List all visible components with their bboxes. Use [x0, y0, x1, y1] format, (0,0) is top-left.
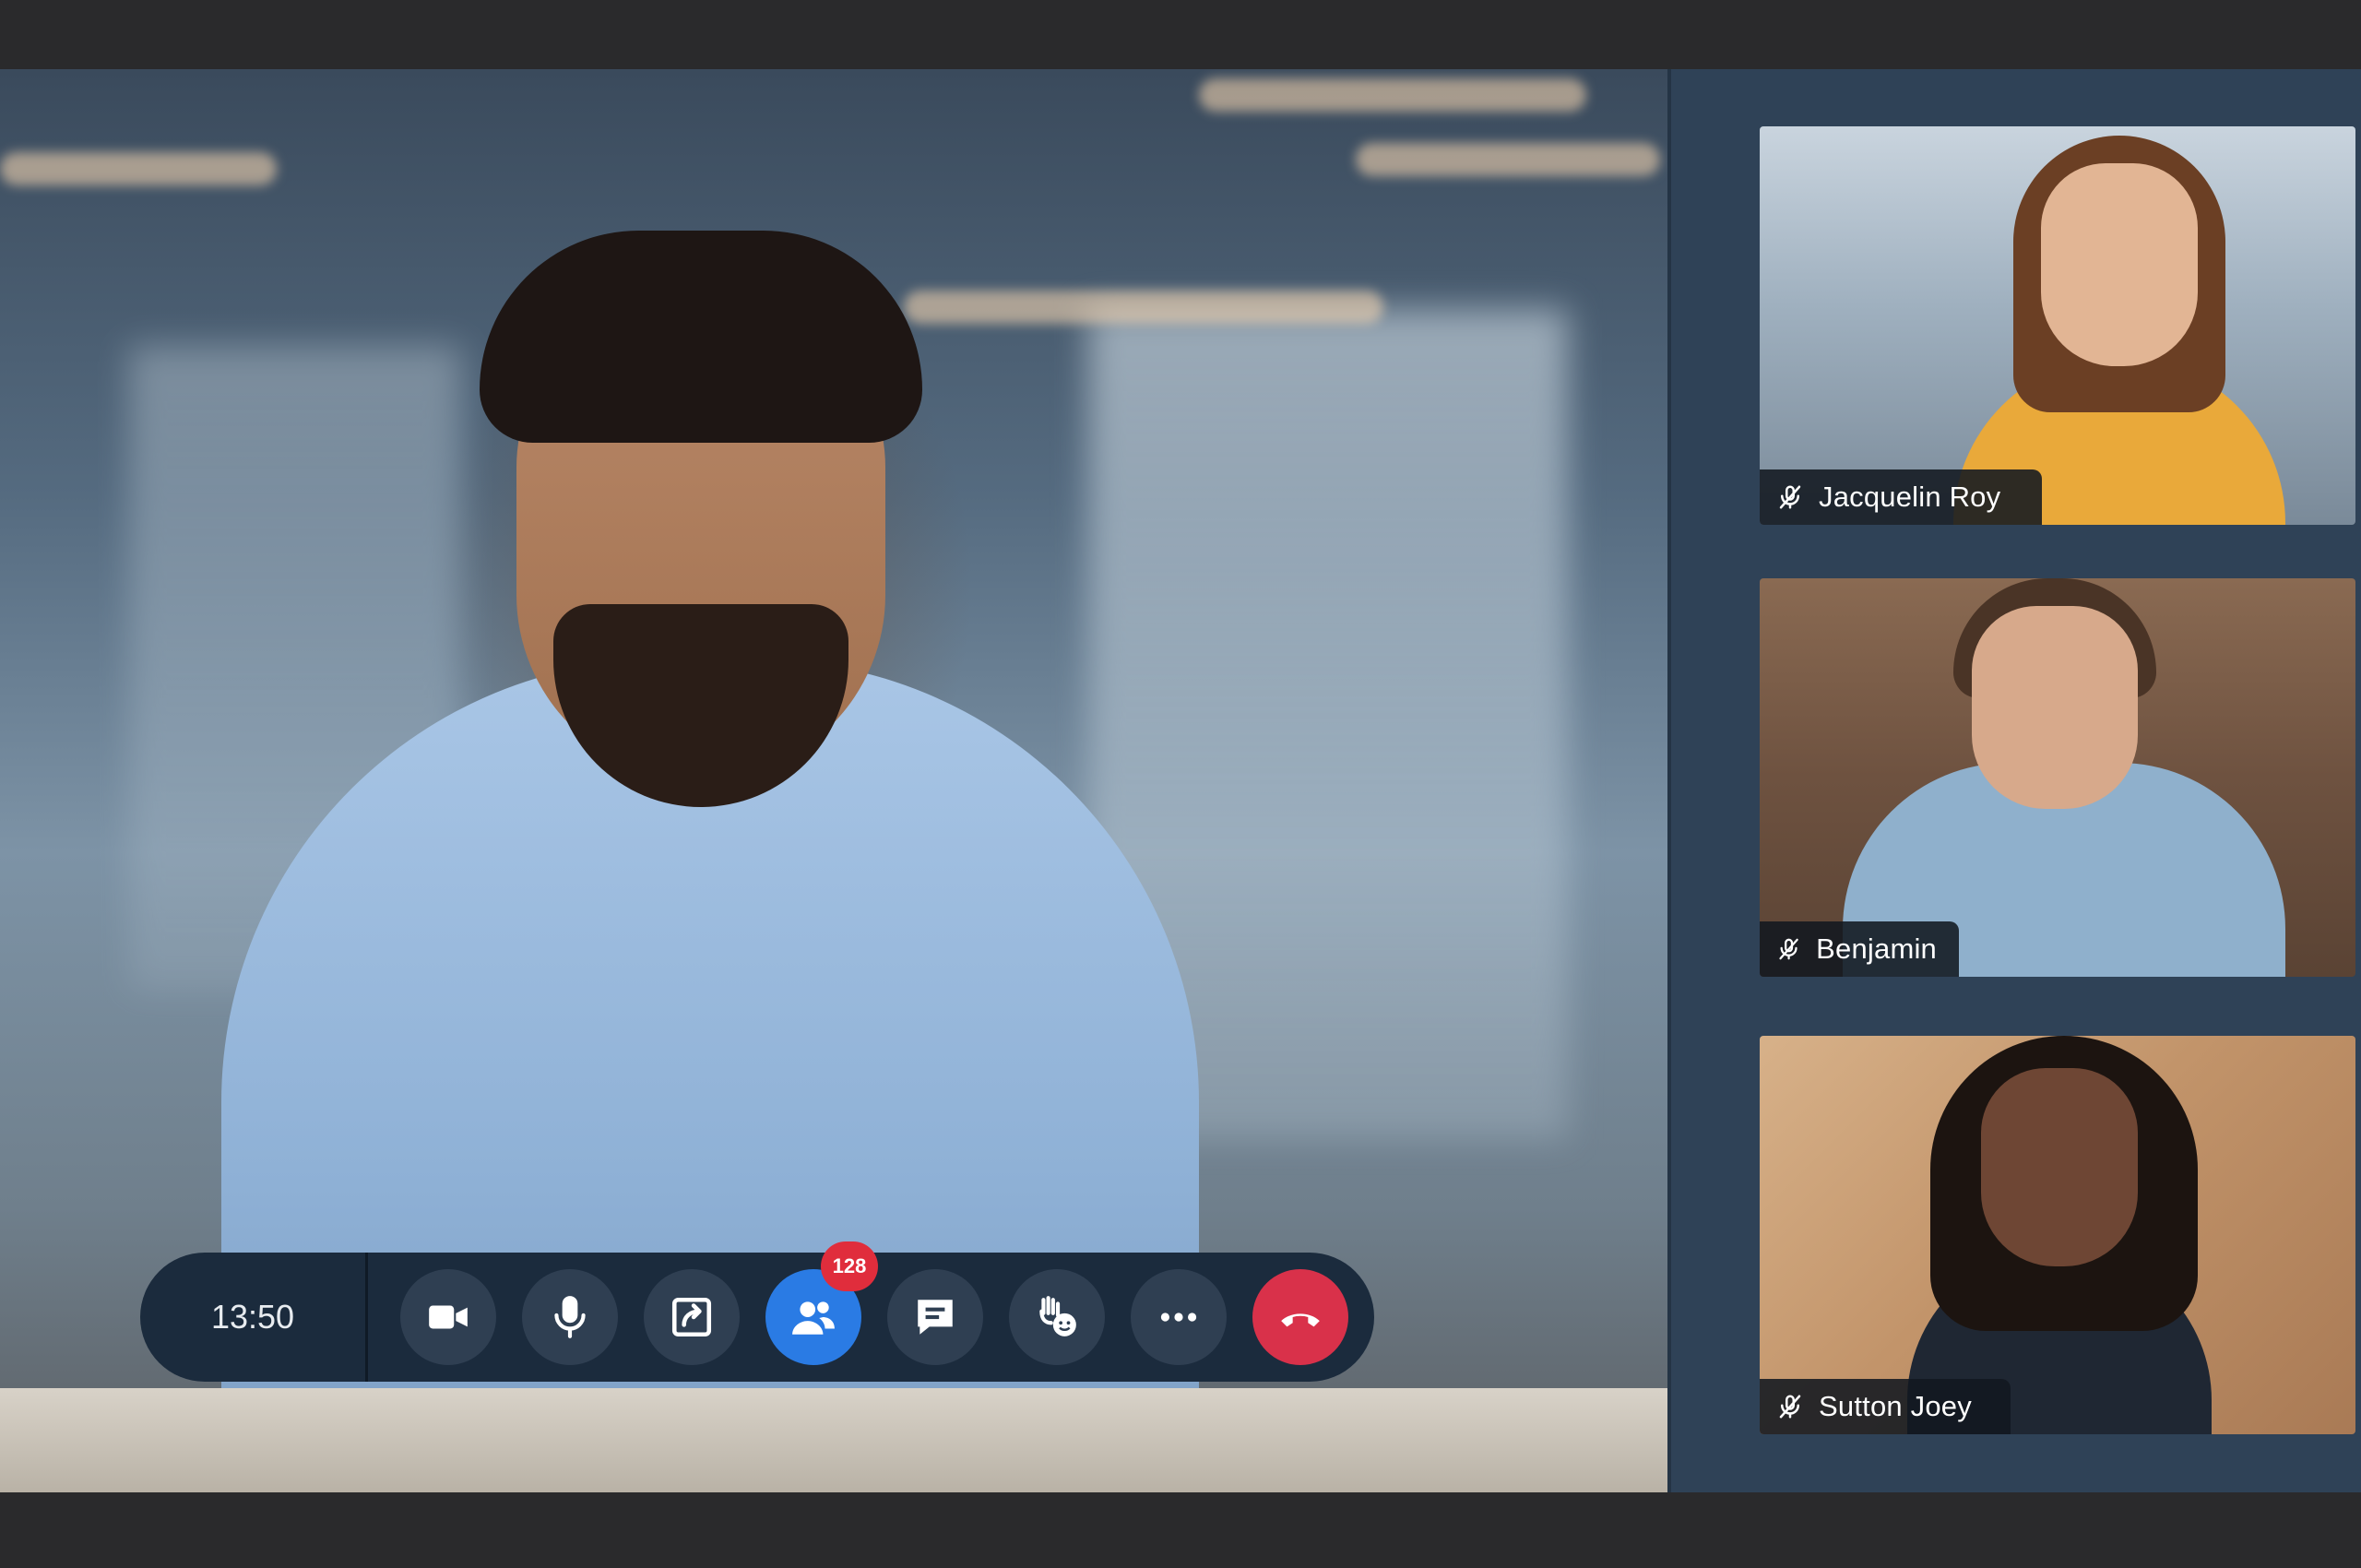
raise-hand-icon — [1039, 1296, 1076, 1336]
ceiling-light — [0, 152, 277, 185]
call-control-bar: 13:50 128 — [140, 1241, 1374, 1382]
camera-button[interactable] — [400, 1269, 496, 1365]
bottom-frame-bar — [0, 1492, 2361, 1568]
top-frame-bar — [0, 0, 2361, 69]
ceiling-light — [904, 291, 1383, 324]
chat-icon — [918, 1300, 953, 1335]
participant-tile-sutton-joey[interactable]: Sutton Joey — [1760, 1036, 2355, 1434]
participant-name: Benjamin — [1816, 932, 1937, 965]
participants-button[interactable]: 128 — [765, 1241, 878, 1365]
share-screen-button[interactable] — [644, 1269, 740, 1365]
ceiling-light — [1356, 143, 1660, 176]
participant-name: Jacquelin Roy — [1819, 481, 2001, 513]
participants-icon — [792, 1301, 835, 1335]
desk — [0, 1388, 1667, 1492]
participant-tile-jacquelin-roy[interactable]: Jacquelin Roy — [1760, 126, 2355, 525]
microphone-button[interactable] — [522, 1269, 618, 1365]
share-screen-icon — [671, 1297, 712, 1337]
microphone-muted-icon — [1779, 938, 1798, 960]
more-icon — [1160, 1313, 1197, 1322]
call-timer: 13:50 — [210, 1298, 295, 1336]
participant-name-tag: Jacquelin Roy — [1760, 469, 2042, 525]
microphone-muted-icon — [1779, 1395, 1801, 1419]
participant-name: Sutton Joey — [1819, 1390, 1972, 1422]
control-bar-divider — [365, 1253, 368, 1382]
participant-name-tag: Sutton Joey — [1760, 1379, 2011, 1434]
participants-count-badge: 128 — [821, 1241, 878, 1291]
participant-tile-benjamin[interactable]: Benjamin — [1760, 578, 2355, 977]
video-camera-icon — [429, 1305, 468, 1329]
more-options-button[interactable] — [1131, 1269, 1227, 1365]
microphone-muted-icon — [1779, 485, 1801, 509]
hang-up-button[interactable] — [1252, 1269, 1348, 1365]
microphone-icon — [554, 1296, 586, 1338]
reactions-button[interactable] — [1009, 1269, 1105, 1365]
hang-up-icon — [1281, 1313, 1320, 1327]
speaker-hair — [480, 231, 922, 443]
participant-name-tag: Benjamin — [1760, 921, 1959, 977]
ceiling-light — [1199, 78, 1586, 112]
chat-button[interactable] — [887, 1269, 983, 1365]
